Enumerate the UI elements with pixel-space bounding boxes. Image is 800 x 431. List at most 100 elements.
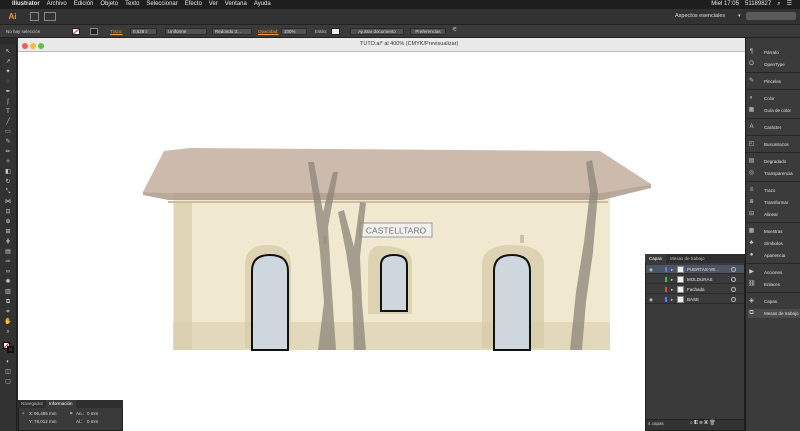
- brush-definition[interactable]: Redondo 3...: [212, 28, 252, 35]
- dock-artboards[interactable]: ⧉ Mesas de trabajo: [748, 309, 800, 318]
- dock-color[interactable]: ◐ Color: [748, 94, 800, 103]
- fill-swatch[interactable]: [72, 28, 80, 35]
- selection-tool-icon[interactable]: ↖: [4, 49, 12, 55]
- paintbrush-tool-icon[interactable]: ✎: [4, 139, 12, 145]
- variable-width-profile[interactable]: Uniforme: [165, 28, 207, 35]
- shaper-tool-icon[interactable]: ✧: [4, 159, 12, 165]
- hand-tool-icon[interactable]: ✋: [4, 319, 12, 325]
- slice-tool-icon[interactable]: ⌗: [4, 309, 12, 315]
- menu-edicion[interactable]: Edición: [74, 0, 94, 9]
- stroke-swatch[interactable]: [90, 28, 98, 35]
- dock-stroke[interactable]: ≡ Trazo: [748, 186, 800, 195]
- stroke-label[interactable]: Trazo:: [110, 29, 123, 34]
- arrange-documents-icon[interactable]: [44, 12, 56, 21]
- layer-row[interactable]: ◉ ▸ PUERTAS-VE...: [646, 265, 744, 274]
- dock-paragraph[interactable]: ¶ Párrafo: [748, 48, 800, 57]
- graphic-style-swatch[interactable]: [331, 28, 340, 35]
- new-layer-icon[interactable]: ▣: [704, 420, 708, 426]
- tab-info[interactable]: Información: [46, 400, 76, 408]
- stroke-weight-field[interactable]: 0,528 t: [130, 28, 157, 35]
- menu-app-name[interactable]: Illustrator: [12, 0, 40, 9]
- dock-opentype[interactable]: O OpenType: [748, 60, 800, 69]
- select-similar-icon[interactable]: ⚟: [452, 27, 457, 33]
- layer-name[interactable]: MOLDURAS: [687, 277, 713, 282]
- free-transform-tool-icon[interactable]: ⊡: [4, 209, 12, 215]
- make-clipping-mask-icon[interactable]: ◧: [694, 420, 698, 426]
- layer-target-icon[interactable]: [731, 287, 736, 292]
- expand-arrow-icon[interactable]: ▸: [671, 287, 673, 292]
- line-tool-icon[interactable]: ╱: [4, 119, 12, 125]
- bridge-icon[interactable]: [30, 12, 39, 21]
- shape-builder-tool-icon[interactable]: ⊕: [4, 219, 12, 225]
- expand-arrow-icon[interactable]: ▸: [671, 277, 673, 282]
- layer-name[interactable]: PUERTAS-VE...: [687, 267, 719, 272]
- direct-selection-tool-icon[interactable]: ↗: [4, 59, 12, 65]
- menu-ver[interactable]: Ver: [209, 0, 218, 9]
- gradient-tool-icon[interactable]: ▤: [4, 249, 12, 255]
- dock-links[interactable]: ⛓ Enlaces: [748, 280, 800, 289]
- type-tool-icon[interactable]: T: [4, 109, 12, 115]
- dock-brushes[interactable]: ✎ Pinceles: [748, 77, 800, 86]
- menu-efecto[interactable]: Efecto: [185, 0, 202, 9]
- layer-row[interactable]: ◉ ▸ BASE: [646, 295, 744, 304]
- locate-object-icon[interactable]: ⌕: [690, 420, 693, 426]
- blend-tool-icon[interactable]: ∞: [4, 269, 12, 275]
- screen-mode-icon[interactable]: ▢: [4, 379, 12, 385]
- visibility-eye-icon[interactable]: ◉: [649, 297, 653, 302]
- document-setup-button[interactable]: Ajustar documento: [350, 28, 404, 35]
- expand-arrow-icon[interactable]: ▸: [671, 297, 673, 302]
- workspace-switcher[interactable]: Aspectos esenciales: [675, 11, 725, 21]
- dock-transparency[interactable]: ◎ Transparencia: [748, 169, 800, 178]
- dock-actions[interactable]: ▶ Acciones: [748, 268, 800, 277]
- menu-ayuda[interactable]: Ayuda: [254, 0, 271, 9]
- curvature-tool-icon[interactable]: ∫: [4, 99, 12, 105]
- magic-wand-tool-icon[interactable]: ✦: [4, 69, 12, 75]
- rotate-tool-icon[interactable]: ↻: [4, 179, 12, 185]
- opacity-field[interactable]: 100%: [281, 28, 307, 35]
- dock-appearance[interactable]: ● Apariencia: [748, 251, 800, 260]
- menu-texto[interactable]: Texto: [125, 0, 139, 9]
- menu-archivo[interactable]: Archivo: [47, 0, 67, 9]
- perspective-grid-tool-icon[interactable]: ⊞: [4, 229, 12, 235]
- chevron-down-icon[interactable]: ▾: [738, 12, 741, 20]
- expand-arrow-icon[interactable]: ▸: [671, 267, 673, 272]
- layer-name[interactable]: BASE: [687, 297, 699, 302]
- layer-row[interactable]: ▸ MOLDURAS: [646, 275, 744, 284]
- tab-layers[interactable]: Capas: [645, 254, 667, 263]
- eyedropper-tool-icon[interactable]: ✑: [4, 259, 12, 265]
- zoom-window-icon[interactable]: [38, 43, 44, 49]
- pencil-tool-icon[interactable]: ✏: [4, 149, 12, 155]
- layer-target-icon[interactable]: [731, 267, 736, 272]
- dock-transform[interactable]: ⧈ Transformar: [748, 198, 800, 207]
- notifications-icon[interactable]: ☰: [787, 0, 792, 9]
- dock-gradient[interactable]: ▤ Degradado: [748, 157, 800, 166]
- menubar-user[interactable]: 51189827: [745, 0, 771, 9]
- visibility-eye-icon[interactable]: ◉: [649, 267, 653, 272]
- artboard-tool-icon[interactable]: ⧉: [4, 299, 12, 305]
- menu-seleccionar[interactable]: Seleccionar: [146, 0, 177, 9]
- drawing-mode-icon[interactable]: ◫: [4, 369, 12, 375]
- dock-layers[interactable]: ◈ Capas: [748, 297, 800, 306]
- layer-target-icon[interactable]: [731, 277, 736, 282]
- dock-color-guide[interactable]: ▦ Guía de color: [748, 106, 800, 115]
- pen-tool-icon[interactable]: ✒: [4, 89, 12, 95]
- layer-target-icon[interactable]: [731, 297, 736, 302]
- menu-objeto[interactable]: Objeto: [100, 0, 118, 9]
- tab-artboards[interactable]: Mesas de trabajo: [666, 254, 709, 263]
- search-input[interactable]: [746, 12, 796, 20]
- spotlight-icon[interactable]: ⌕: [777, 0, 780, 9]
- graph-tool-icon[interactable]: ▥: [4, 289, 12, 295]
- tab-navigator[interactable]: Navegador: [18, 400, 46, 408]
- color-mode-icon[interactable]: ◐: [4, 359, 12, 365]
- layer-row[interactable]: ▸ Fachada: [646, 285, 744, 294]
- symbol-sprayer-tool-icon[interactable]: ✺: [4, 279, 12, 285]
- mesh-tool-icon[interactable]: ⋕: [4, 239, 12, 245]
- lasso-tool-icon[interactable]: ◌: [4, 79, 12, 85]
- minimize-window-icon[interactable]: [30, 43, 36, 49]
- dock-pathfinder[interactable]: ◰ Buscatrazos: [748, 140, 800, 149]
- layer-name[interactable]: Fachada: [687, 287, 705, 292]
- close-window-icon[interactable]: [22, 43, 28, 49]
- scale-tool-icon[interactable]: ⤡: [4, 189, 12, 195]
- new-sublayer-icon[interactable]: ⊕: [699, 420, 702, 426]
- eraser-tool-icon[interactable]: ◧: [4, 169, 12, 175]
